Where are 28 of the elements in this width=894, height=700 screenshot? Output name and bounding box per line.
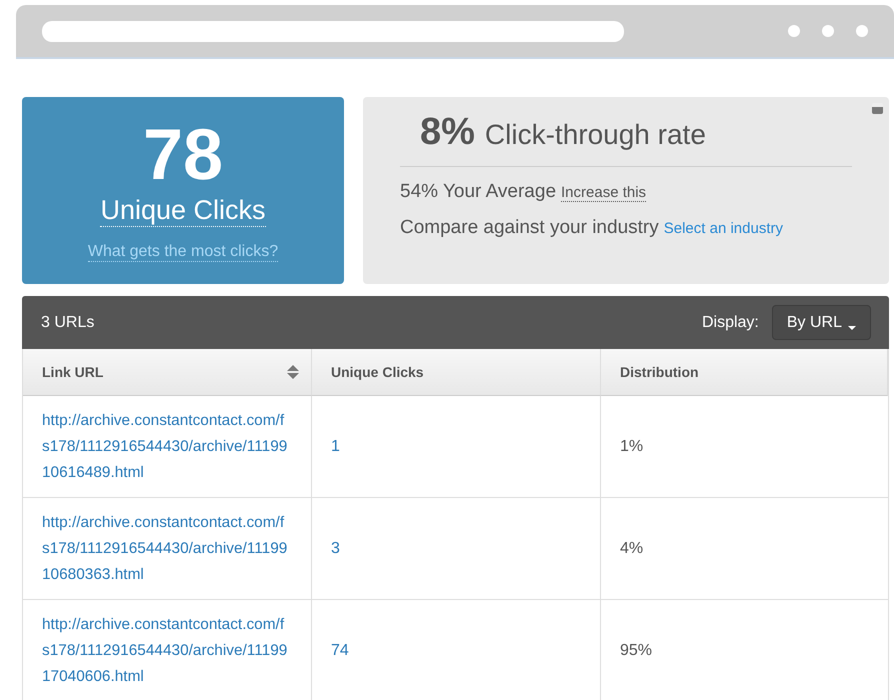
url-link[interactable]: http://archive.constantcontact.com/fs178/1112916544430/archive/1119917040606.html xyxy=(42,612,288,690)
column-header[interactable]: Unique Clicks xyxy=(312,349,601,396)
most-clicks-link[interactable]: What gets the most clicks? xyxy=(88,243,278,262)
sort-icon[interactable] xyxy=(287,365,299,379)
caret-icon xyxy=(848,326,856,330)
industry-link[interactable]: Select an industry xyxy=(664,220,783,237)
click-count: 78 xyxy=(142,119,224,191)
url-count: 3 URLs xyxy=(41,314,94,332)
unique-clicks-label[interactable]: Unique Clicks xyxy=(100,195,266,228)
table-cell-text: 1% xyxy=(620,436,644,456)
url-link[interactable]: http://archive.constantcontact.com/fs178/1112916544430/archive/1119910680363.html xyxy=(42,510,288,588)
clicks-link[interactable]: 3 xyxy=(331,536,340,562)
increase-link[interactable]: Increase this xyxy=(561,184,646,202)
table-cell-text: 4% xyxy=(620,538,644,558)
table-cell-text: 95% xyxy=(620,640,652,660)
window-dots-icon xyxy=(788,25,868,37)
display-dropdown[interactable]: By URL xyxy=(772,305,871,340)
compare-text: Compare against your industry xyxy=(400,217,659,239)
url-link[interactable]: http://archive.constantcontact.com/fs178/1112916544430/archive/1119910616489.html xyxy=(42,408,288,486)
column-header[interactable]: Distribution xyxy=(601,349,888,396)
minimize-icon[interactable] xyxy=(872,103,883,114)
clicks-link[interactable]: 74 xyxy=(331,638,349,664)
rate-value: 8% xyxy=(420,111,475,154)
display-label: Display: xyxy=(702,314,759,332)
average-text: 54% Your Average xyxy=(400,181,556,203)
rate-label: Click-through rate xyxy=(484,119,706,151)
clicks-link[interactable]: 1 xyxy=(331,434,340,460)
column-header[interactable]: Link URL xyxy=(23,349,312,396)
